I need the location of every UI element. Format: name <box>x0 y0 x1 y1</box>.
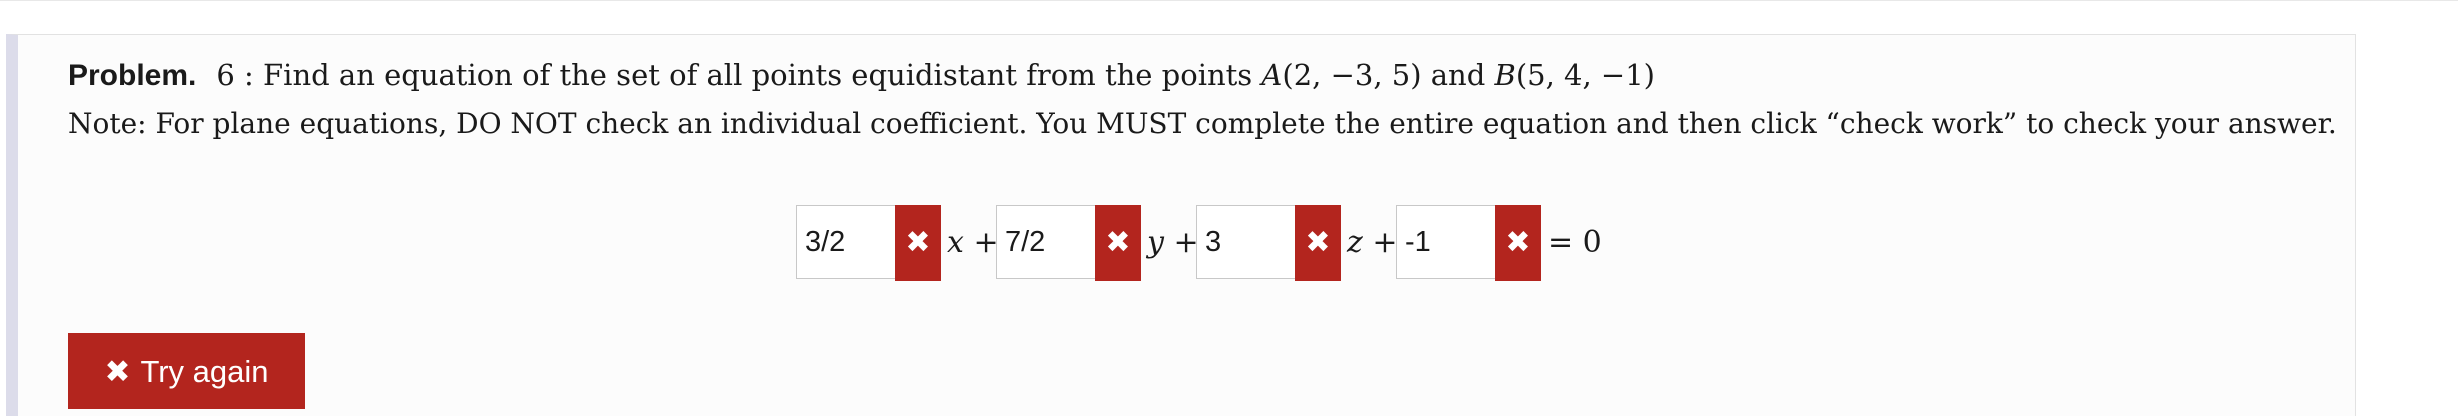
point-b-coords: (5, 4, −1) <box>1515 58 1655 92</box>
problem-statement: Problem. 6 : Find an equation of the set … <box>68 55 1655 96</box>
term-y: y + <box>1147 225 1199 260</box>
point-a-name: A <box>1261 58 1283 92</box>
term-x: x + <box>947 225 999 260</box>
answer-field-2[interactable]: 7/2 <box>996 205 1096 279</box>
close-icon: ✖ <box>104 354 131 390</box>
incorrect-mark-icon: ✖ <box>895 205 941 281</box>
answer-field-4[interactable]: -1 <box>1396 205 1496 279</box>
try-again-label: Try again <box>140 354 269 389</box>
problem-conjunction: and <box>1421 58 1495 92</box>
equation-row: 3/2 ✖ x + 7/2 ✖ y + 3 ✖ z + -1 ✖ = 0 <box>18 205 2358 281</box>
try-again-button[interactable]: ✖ Try again <box>68 333 305 409</box>
incorrect-mark-icon: ✖ <box>1495 205 1541 281</box>
equation-rhs: = 0 <box>1548 225 1602 260</box>
answer-field-3[interactable]: 3 <box>1196 205 1296 279</box>
point-a-coords: (2, −3, 5) <box>1282 58 1422 92</box>
top-divider <box>0 0 2458 1</box>
incorrect-mark-icon: ✖ <box>1295 205 1341 281</box>
answer-field-1[interactable]: 3/2 <box>796 205 896 279</box>
point-b-name: B <box>1494 58 1516 92</box>
problem-panel: Problem. 6 : Find an equation of the set … <box>6 34 2356 416</box>
problem-note: Note: For plane equations, DO NOT check … <box>68 107 2337 140</box>
problem-number: 6 : <box>216 58 264 92</box>
problem-label: Problem. <box>68 59 197 92</box>
incorrect-mark-icon: ✖ <box>1095 205 1141 281</box>
problem-text: Find an equation of the set of all point… <box>263 58 1262 92</box>
term-z: z + <box>1347 225 1398 260</box>
